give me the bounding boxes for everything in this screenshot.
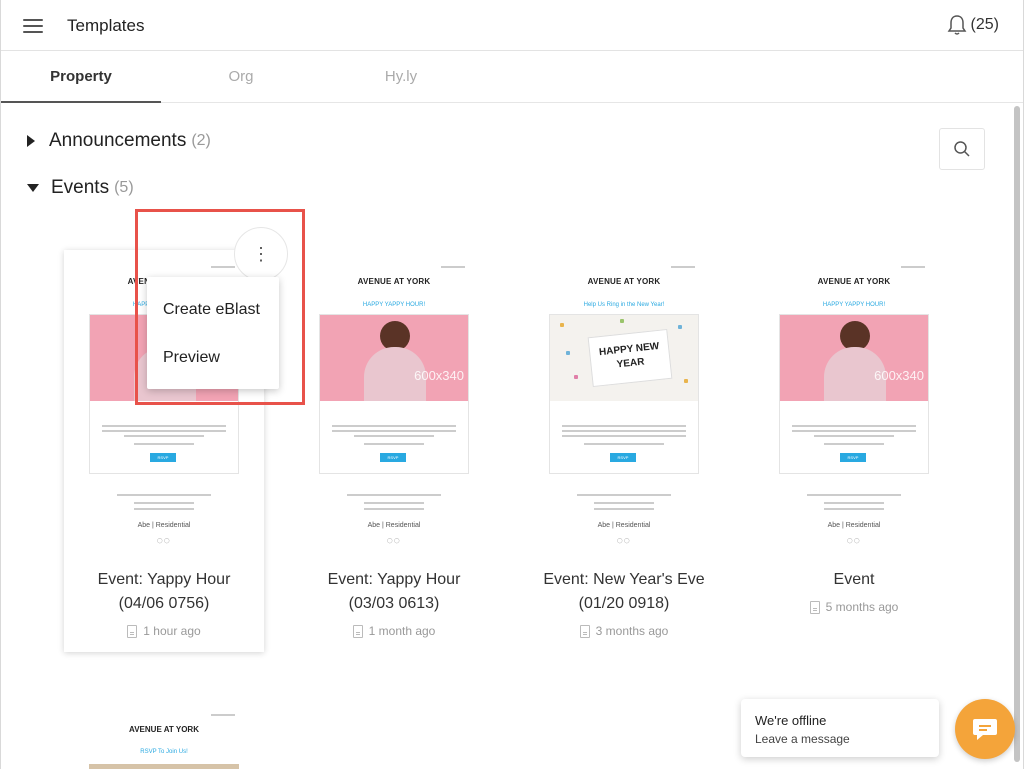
app-window: Templates (25) Property Org Hy.ly Announ… xyxy=(0,0,1024,769)
card-meta: 3 months ago xyxy=(524,624,724,638)
page-title: Templates xyxy=(67,16,145,35)
scrollbar[interactable] xyxy=(1013,106,1021,766)
card-title: Event: New Year's Eve (01/20 0918) xyxy=(543,571,705,612)
section-name: Events xyxy=(51,177,110,198)
more-options-button[interactable]: ⋮ xyxy=(234,227,288,281)
template-thumbnail[interactable]: AVENUE AT YORK HAPPY YAPPY HOUR! 600x340… xyxy=(777,264,931,554)
menu-item-preview[interactable]: Preview xyxy=(163,349,220,367)
section-count: (5) xyxy=(114,179,134,196)
chat-status: We're offline xyxy=(755,713,827,728)
card-title: Event xyxy=(833,571,875,588)
chat-action: Leave a message xyxy=(755,732,850,746)
card-meta: 1 hour ago xyxy=(64,624,264,638)
menu-icon[interactable] xyxy=(23,16,43,34)
thumb-logo: Abe | Residential xyxy=(137,522,191,529)
top-bar: Templates (25) xyxy=(1,0,1023,51)
card-title: Event: Yappy Hour (03/03 0613) xyxy=(327,571,461,612)
card-meta: 1 month ago xyxy=(294,624,494,638)
template-card[interactable]: AVENUE AT YORK Help Us Ring in the New Y… xyxy=(524,250,724,652)
card-title: Event: Yappy Hour (04/06 0756) xyxy=(97,571,231,612)
file-icon xyxy=(127,624,138,638)
section-name: Announcements xyxy=(49,130,187,151)
chat-icon xyxy=(973,719,997,740)
caret-down-icon xyxy=(27,184,39,192)
notification-count: (25) xyxy=(970,16,999,33)
template-thumbnail[interactable]: AVENUE AT YORK Help Us Ring in the New Y… xyxy=(547,264,701,554)
tab-property[interactable]: Property xyxy=(1,51,161,103)
thumb-hero-image: HAPPY NEW YEAR xyxy=(550,315,698,401)
template-thumbnail[interactable]: AVENUE AT YORK HAPPY YAPPY HOUR! 600x340… xyxy=(317,264,471,554)
kebab-icon: ⋮ xyxy=(252,243,270,264)
section-count: (2) xyxy=(191,132,211,149)
notifications-button[interactable]: (25) xyxy=(947,14,999,36)
file-icon xyxy=(809,600,820,614)
file-icon xyxy=(579,624,590,638)
section-announcements[interactable]: Announcements (2) xyxy=(27,130,211,152)
card-context-menu: Create eBlast Preview xyxy=(147,277,279,389)
tab-bar: Property Org Hy.ly xyxy=(1,51,1023,103)
chat-offline-bubble[interactable]: We're offline Leave a message xyxy=(741,699,939,757)
template-thumbnail[interactable]: AVENUE AT YORK RSVP To Join Us! xyxy=(87,704,241,769)
caret-right-icon xyxy=(27,135,35,147)
thumb-hero-image: 600x340 xyxy=(780,315,928,401)
search-button[interactable] xyxy=(939,128,985,170)
bell-icon xyxy=(947,15,966,35)
search-icon xyxy=(954,141,970,157)
thumb-hero-image: 600x340 xyxy=(320,315,468,401)
card-meta: 5 months ago xyxy=(754,600,954,614)
template-card[interactable]: AVENUE AT YORK HAPPY YAPPY HOUR! 600x340… xyxy=(294,250,494,652)
menu-item-create-eblast[interactable]: Create eBlast xyxy=(163,301,260,319)
template-card[interactable]: AVENUE AT YORK HAPPY YAPPY HOUR! 600x340… xyxy=(754,250,954,652)
file-icon xyxy=(352,624,363,638)
scrollbar-thumb[interactable] xyxy=(1014,106,1020,762)
tab-org[interactable]: Org xyxy=(161,51,321,103)
chat-launcher-button[interactable] xyxy=(955,699,1015,759)
section-events[interactable]: Events (5) xyxy=(27,177,134,199)
template-list: Announcements (2) Events (5) AVENUE AT Y… xyxy=(1,104,1011,769)
tab-hyly[interactable]: Hy.ly xyxy=(321,51,481,103)
